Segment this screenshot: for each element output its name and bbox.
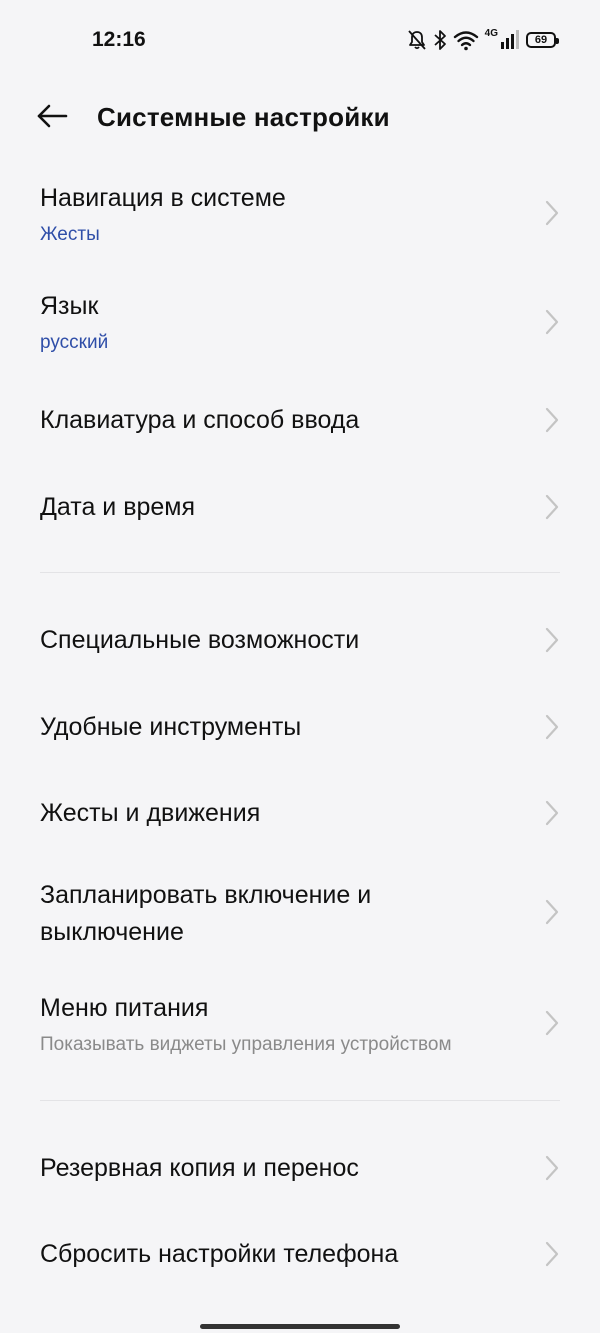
item-title: Навигация в системе — [40, 184, 286, 212]
item-title: Язык — [40, 292, 99, 320]
item-title: Клавиатура и способ ввода — [40, 406, 360, 434]
battery-icon: 69 — [526, 32, 559, 48]
status-bar: 12:16 4G 69 — [0, 0, 600, 80]
list-item-system-navigation[interactable]: Навигация в системе Жесты — [0, 170, 600, 270]
list-item-scheduled-power[interactable]: Запланировать включение и выключение — [0, 864, 600, 964]
item-title: Сбросить настройки телефона — [40, 1240, 399, 1268]
bell-off-icon — [407, 29, 427, 51]
chevron-right-icon — [545, 1155, 559, 1181]
arrow-left-icon — [36, 104, 68, 133]
item-title-line-2: выключение — [40, 918, 184, 946]
home-indicator[interactable] — [200, 1324, 400, 1329]
page-title: Системные настройки — [97, 102, 390, 132]
chevron-right-icon — [545, 714, 559, 740]
item-title: Дата и время — [40, 493, 196, 521]
network-type-label: 4G — [484, 28, 498, 39]
list-item-language[interactable]: Язык русский — [0, 278, 600, 378]
item-subtitle: Показывать виджеты управления устройство… — [40, 1034, 452, 1055]
list-item-reset-phone[interactable]: Сбросить настройки телефона — [0, 1218, 600, 1290]
chevron-right-icon — [545, 1010, 559, 1036]
list-item-backup-transfer[interactable]: Резервная копия и перенос — [0, 1132, 600, 1204]
bluetooth-icon — [433, 29, 447, 51]
list-item-date-time[interactable]: Дата и время — [0, 471, 600, 543]
list-item-accessibility[interactable]: Специальные возможности — [0, 604, 600, 676]
chevron-right-icon — [545, 309, 559, 335]
item-title: Резервная копия и перенос — [40, 1154, 359, 1182]
item-title: Удобные инструменты — [40, 713, 302, 741]
item-subtitle: Жесты — [40, 224, 100, 245]
section-divider — [40, 1100, 560, 1101]
item-subtitle: русский — [40, 332, 109, 353]
item-title: Жесты и движения — [40, 799, 261, 827]
list-item-keyboard-input[interactable]: Клавиатура и способ ввода — [0, 384, 600, 456]
chevron-right-icon — [545, 800, 559, 826]
signal-icon — [500, 29, 520, 51]
item-title: Специальные возможности — [40, 626, 360, 654]
list-item-gestures-motions[interactable]: Жесты и движения — [0, 777, 600, 849]
item-title: Меню питания — [40, 994, 209, 1022]
item-title-line-1: Запланировать включение и — [40, 881, 372, 909]
battery-level: 69 — [534, 34, 548, 46]
chevron-right-icon — [545, 407, 559, 433]
list-item-convenience-tools[interactable]: Удобные инструменты — [0, 691, 600, 763]
back-button[interactable] — [30, 98, 74, 138]
wifi-icon — [453, 29, 479, 51]
chevron-right-icon — [545, 899, 559, 925]
chevron-right-icon — [545, 494, 559, 520]
chevron-right-icon — [545, 1241, 559, 1267]
status-icons: 4G 69 — [407, 28, 559, 52]
status-time: 12:16 — [92, 28, 146, 51]
section-divider — [40, 572, 560, 573]
header: Системные настройки — [0, 88, 600, 148]
list-item-power-menu[interactable]: Меню питания Показывать виджеты управлен… — [0, 978, 600, 1078]
chevron-right-icon — [545, 200, 559, 226]
chevron-right-icon — [545, 627, 559, 653]
